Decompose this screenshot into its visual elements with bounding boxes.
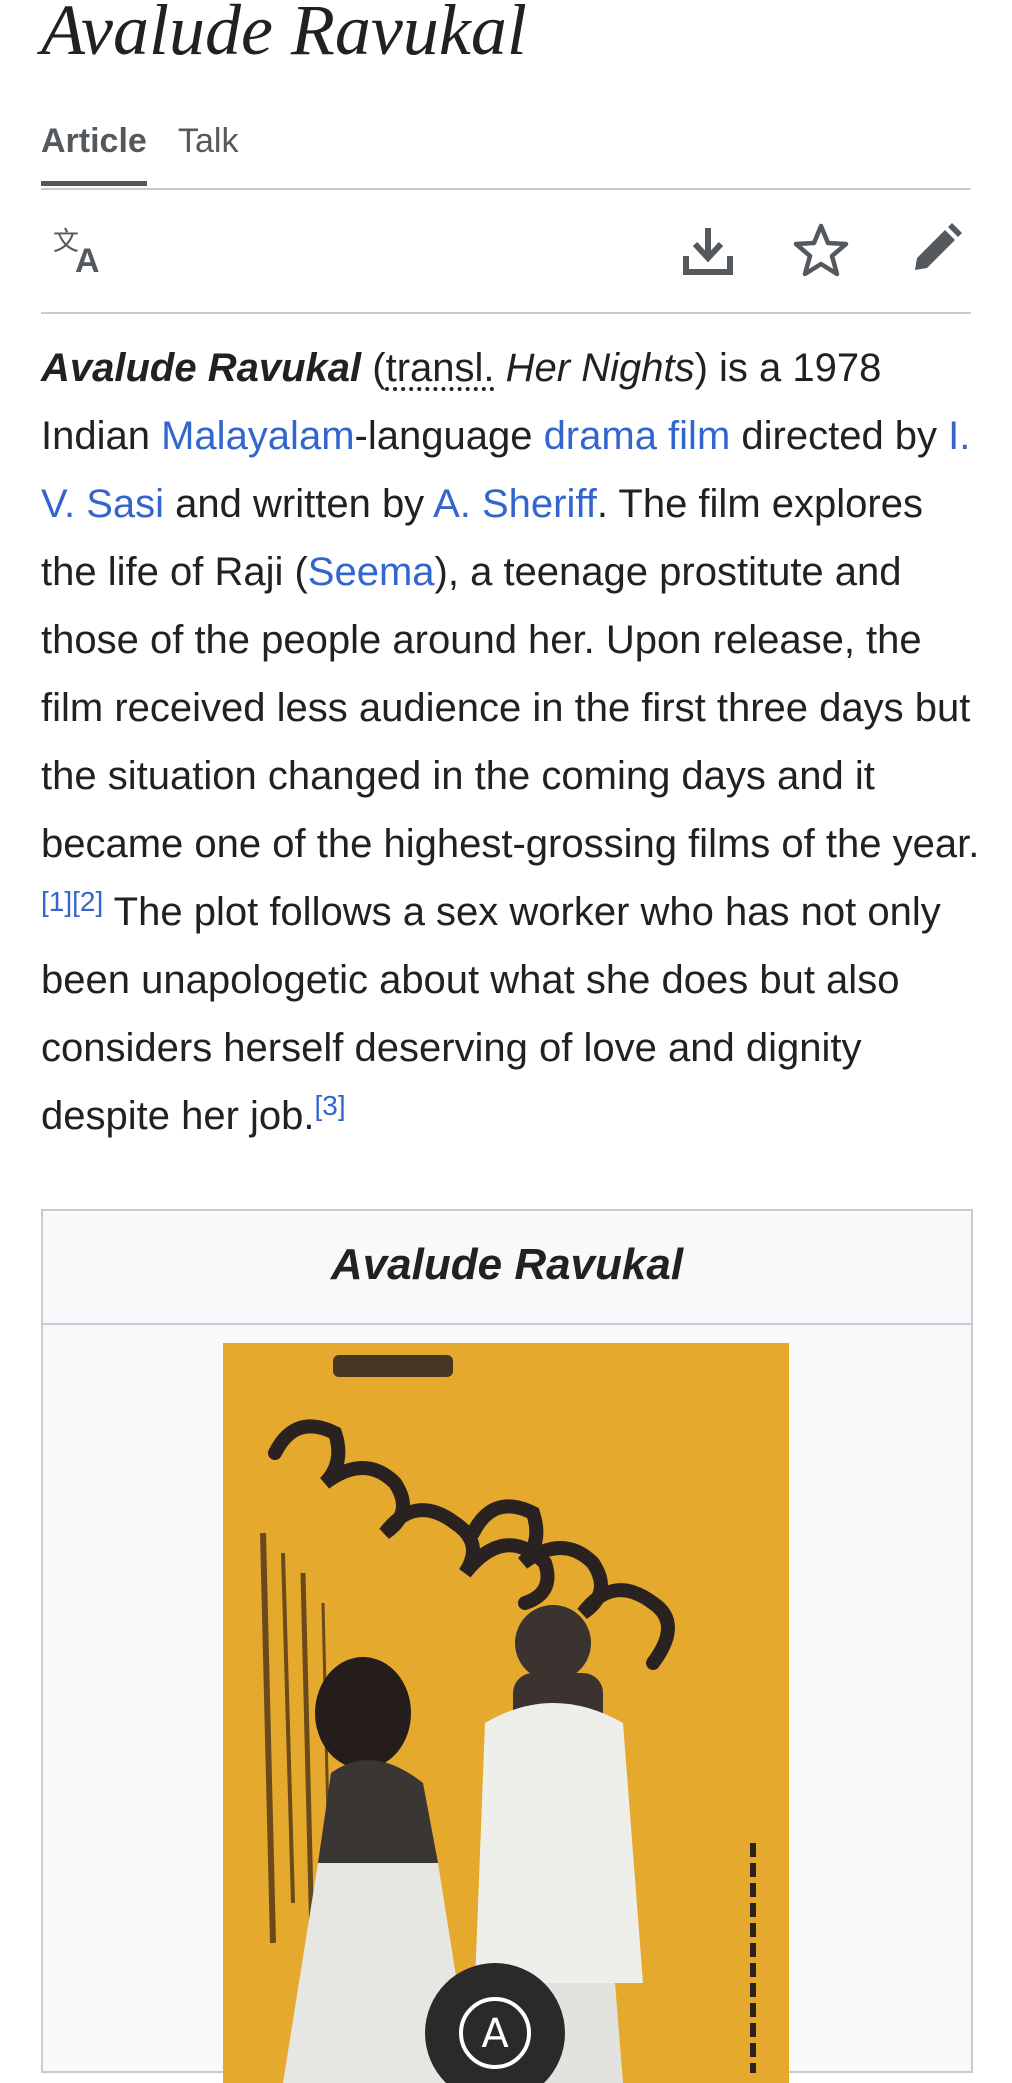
link-seema[interactable]: Seema (308, 550, 435, 594)
svg-text:A: A (481, 2011, 509, 2057)
lead-text: ( (361, 346, 386, 390)
language-icon[interactable]: 文 A (51, 220, 111, 280)
reference-2[interactable]: [2] (72, 886, 103, 917)
lead-paragraph: Avalude Ravukal (transl. Her Nights) is … (41, 334, 981, 1150)
article-page: Avalude Ravukal Article Talk 文 A Avalude… (0, 0, 1012, 2083)
page-actions-toolbar: 文 A (41, 190, 971, 314)
lead-text (495, 346, 506, 390)
lead-text: and written by (164, 482, 434, 526)
poster-image[interactable]: A (223, 1343, 789, 2083)
infobox-title: Avalude Ravukal (43, 1211, 971, 1325)
lead-text: -language (354, 414, 544, 458)
star-icon[interactable] (791, 220, 851, 280)
edit-icon[interactable] (905, 220, 965, 280)
lead-text: directed by (730, 414, 949, 458)
tab-article[interactable]: Article (41, 112, 147, 186)
link-malayalam[interactable]: Malayalam (161, 414, 354, 458)
page-title: Avalude Ravukal (41, 0, 527, 70)
lead-text: The plot follows a sex worker who has no… (41, 890, 941, 1138)
link-drama-film[interactable]: drama film (544, 414, 731, 458)
reference-1[interactable]: [1] (41, 886, 72, 917)
lead-text: ), a teenage prostitute and those of the… (41, 550, 980, 866)
link-a-sheriff[interactable]: A. Sheriff (433, 482, 597, 526)
infobox: Avalude Ravukal A (41, 1209, 973, 2083)
page-tabs: Article Talk (41, 112, 971, 190)
translated-title: Her Nights (505, 346, 695, 390)
reference-3[interactable]: [3] (315, 1090, 346, 1121)
tab-talk[interactable]: Talk (178, 112, 238, 186)
transl-abbr[interactable]: transl. (386, 346, 495, 390)
svg-text:A: A (75, 242, 100, 280)
download-icon[interactable] (678, 220, 738, 280)
article-subject: Avalude Ravukal (41, 346, 362, 390)
